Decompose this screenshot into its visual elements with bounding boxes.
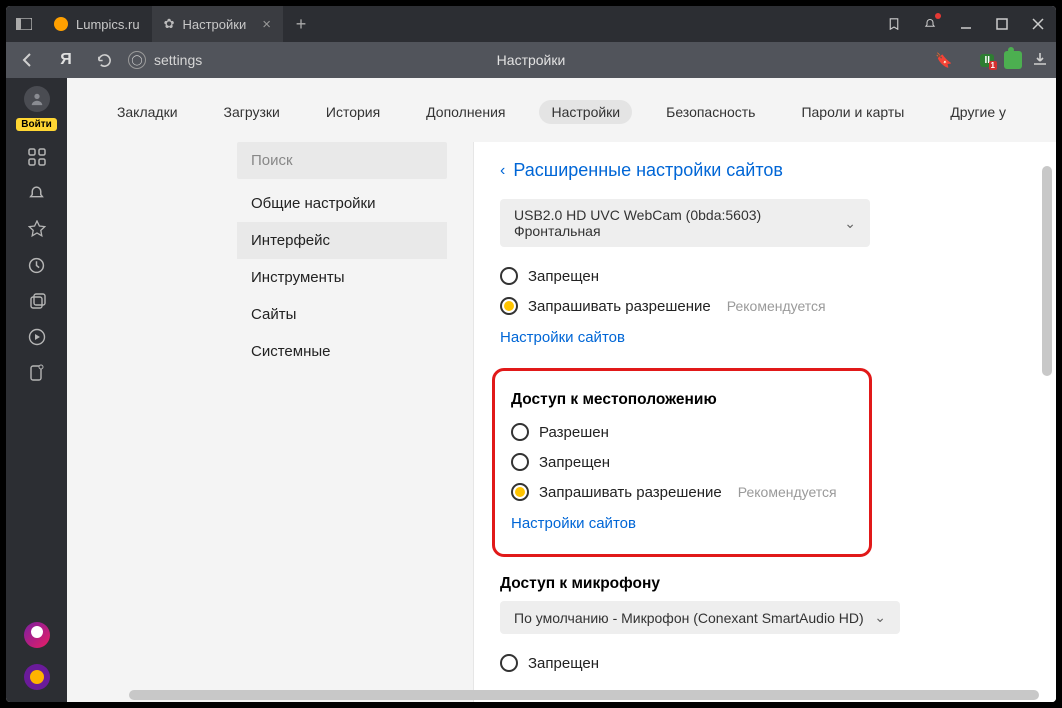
site-settings-link[interactable]: Настройки сайтов [500, 321, 625, 354]
mic-blocked-radio[interactable]: Запрещен [500, 648, 1038, 678]
play-icon[interactable] [27, 327, 47, 347]
back-button[interactable] [14, 52, 42, 68]
recommended-label: Рекомендуется [727, 298, 826, 314]
sidebar-item-system[interactable]: Системные [237, 333, 447, 370]
yandex-logo-icon[interactable]: Я [52, 51, 80, 69]
settings-sidebar: Поиск Общие настройки Интерфейс Инструме… [237, 142, 447, 702]
sidebar-item-interface[interactable]: Интерфейс [237, 222, 447, 259]
star-icon[interactable] [27, 219, 47, 239]
mic-select[interactable]: По умолчанию - Микрофон (Conexant SmartA… [500, 601, 900, 634]
tab-favicon [54, 17, 68, 31]
sidebar-item-general[interactable]: Общие настройки [237, 185, 447, 222]
panel-toggle-icon[interactable] [6, 6, 42, 42]
mic-title: Доступ к микрофону [500, 575, 1038, 593]
history-icon[interactable] [27, 255, 47, 275]
vertical-scrollbar[interactable] [1042, 166, 1052, 692]
nav-addons[interactable]: Дополнения [414, 100, 517, 124]
nav-bookmarks[interactable]: Закладки [105, 100, 190, 124]
scrollbar-thumb[interactable] [129, 690, 1039, 700]
breadcrumb-label: Расширенные настройки сайтов [513, 160, 783, 181]
sidebar-item-sites[interactable]: Сайты [237, 296, 447, 333]
bell-icon[interactable] [27, 183, 47, 203]
radio-label: Запрашивать разрешение [539, 484, 722, 501]
maximize-button[interactable] [984, 6, 1020, 42]
nav-security[interactable]: Безопасность [654, 100, 767, 124]
location-ask-radio[interactable]: Запрашивать разрешение Рекомендуется [511, 477, 853, 507]
alice-icon[interactable] [24, 622, 50, 648]
minimize-button[interactable] [948, 6, 984, 42]
downloads-icon[interactable] [1032, 51, 1048, 70]
left-sidebar: Войти [6, 78, 67, 702]
horizontal-scrollbar[interactable] [129, 690, 1038, 700]
location-title: Доступ к местоположению [511, 391, 853, 409]
apps-grid-icon[interactable] [27, 147, 47, 167]
notifications-icon[interactable] [912, 6, 948, 42]
settings-nav: Закладки Загрузки История Дополнения Нас… [67, 78, 1056, 142]
tab-label: Lumpics.ru [76, 17, 140, 32]
location-blocked-radio[interactable]: Запрещен [511, 447, 853, 477]
breadcrumb[interactable]: ‹ Расширенные настройки сайтов [500, 160, 1038, 181]
location-allowed-radio[interactable]: Разрешен [511, 417, 853, 447]
radio-icon [500, 297, 518, 315]
page-title: Настройки [497, 52, 566, 68]
avatar[interactable] [24, 86, 50, 112]
address-bar: Я ◯ settings Настройки 🔖 II [6, 42, 1056, 78]
nav-settings[interactable]: Настройки [539, 100, 632, 124]
login-button[interactable]: Войти [16, 118, 57, 131]
radio-icon [500, 654, 518, 672]
radio-label: Запрещен [539, 454, 610, 471]
gear-icon: ✿ [164, 16, 175, 32]
recommended-label: Рекомендуется [738, 484, 837, 500]
scrollbar-thumb[interactable] [1042, 166, 1052, 376]
extension-badge[interactable]: II [980, 54, 994, 67]
search-input[interactable]: Поиск [237, 142, 447, 179]
camera-select[interactable]: USB2.0 HD UVC WebCam (0bda:5603) Фронтал… [500, 199, 870, 247]
chevron-left-icon: ‹ [500, 162, 505, 180]
nav-downloads[interactable]: Загрузки [212, 100, 292, 124]
chevron-down-icon: ⌄ [844, 215, 856, 232]
device-icon[interactable] [27, 363, 47, 383]
select-value: По умолчанию - Микрофон (Conexant SmartA… [514, 610, 864, 626]
new-tab-button[interactable]: + [283, 6, 319, 42]
nav-history[interactable]: История [314, 100, 392, 124]
camera-ask-radio[interactable]: Запрашивать разрешение Рекомендуется [500, 291, 1038, 321]
collections-icon[interactable] [27, 291, 47, 311]
radio-icon [511, 423, 529, 441]
chevron-down-icon: ⌄ [874, 609, 886, 626]
radio-icon [500, 267, 518, 285]
location-section-highlight: Доступ к местоположению Разрешен Запреще… [492, 368, 872, 557]
radio-label: Запрещен [528, 268, 599, 285]
url-text: settings [154, 52, 202, 68]
close-icon[interactable]: × [254, 16, 271, 33]
reload-button[interactable] [90, 53, 118, 68]
window-titlebar: Lumpics.ru ✿ Настройки × + [6, 6, 1056, 42]
nav-passwords[interactable]: Пароли и карты [789, 100, 916, 124]
tab-lumpics[interactable]: Lumpics.ru [42, 6, 152, 42]
radio-label: Запрашивать разрешение [528, 298, 711, 315]
assistant-icon[interactable] [24, 664, 50, 690]
url-field[interactable]: ◯ settings [128, 51, 202, 69]
nav-other[interactable]: Другие у [938, 100, 1018, 124]
camera-blocked-radio[interactable]: Запрещен [500, 261, 1038, 291]
bookmark-ribbon-icon[interactable] [876, 6, 912, 42]
tab-label: Настройки [182, 17, 246, 32]
sidebar-item-tools[interactable]: Инструменты [237, 259, 447, 296]
radio-icon [511, 483, 529, 501]
close-button[interactable] [1020, 6, 1056, 42]
tab-settings[interactable]: ✿ Настройки × [152, 6, 283, 42]
settings-panel: ‹ Расширенные настройки сайтов USB2.0 HD… [473, 142, 1056, 702]
site-info-icon[interactable]: ◯ [128, 51, 146, 69]
extensions-icon[interactable] [1004, 51, 1022, 69]
settings-page: Закладки Загрузки История Дополнения Нас… [67, 78, 1056, 702]
select-value: USB2.0 HD UVC WebCam (0bda:5603) Фронтал… [514, 207, 844, 239]
radio-label: Разрешен [539, 424, 609, 441]
radio-label: Запрещен [528, 655, 599, 672]
radio-icon [511, 453, 529, 471]
site-settings-link[interactable]: Настройки сайтов [511, 507, 636, 540]
bookmark-icon[interactable]: 🔖 [935, 52, 952, 69]
